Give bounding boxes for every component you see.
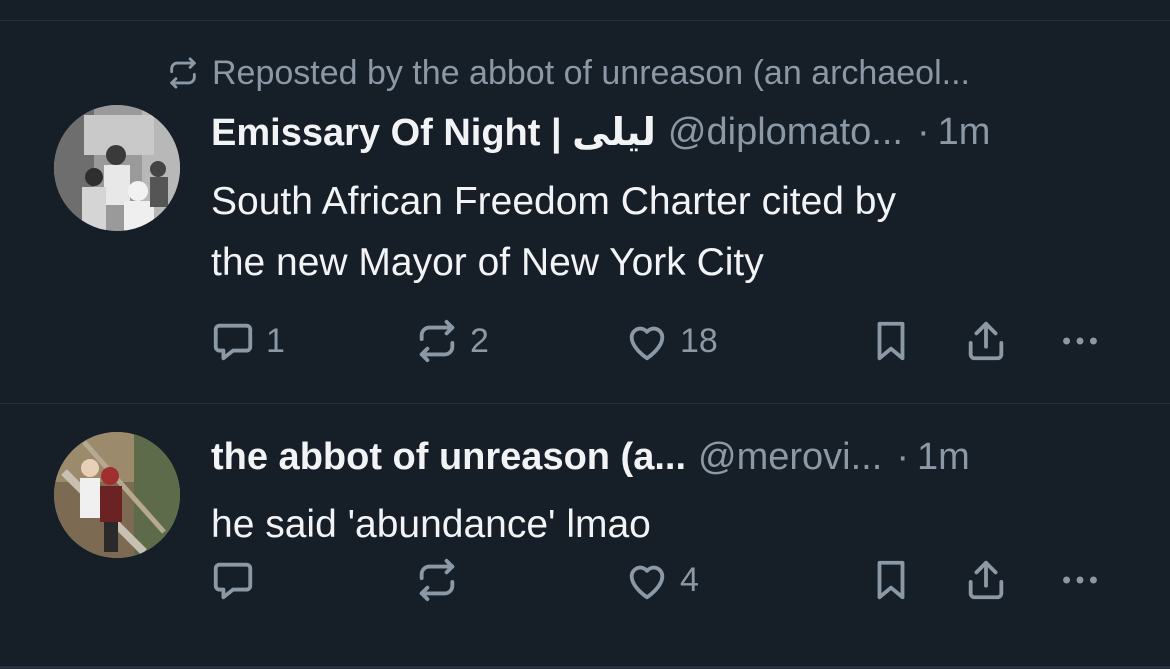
repost-icon: [419, 558, 455, 602]
more-icon: [1063, 576, 1097, 584]
bookmark-button[interactable]: [868, 555, 914, 605]
repost-button[interactable]: 2: [414, 316, 489, 366]
post-text-line: South African Freedom Charter cited by: [211, 180, 896, 223]
repost-indicator[interactable]: Reposted by the abbot of unreason (an ar…: [166, 51, 970, 95]
display-name[interactable]: Emissary Of Night | ليلى: [211, 110, 656, 155]
heart-icon: [629, 326, 665, 361]
action-bar: 1 2 18: [0, 316, 1170, 366]
timestamp[interactable]: 1m: [938, 111, 991, 154]
reply-icon: [213, 562, 253, 600]
post-text: he said 'abundance' lmao: [211, 494, 1111, 555]
post-header: the abbot of unreason (a... @merovi... ·…: [211, 432, 1124, 482]
repost-label: Reposted by the abbot of unreason (an ar…: [212, 53, 970, 92]
more-button[interactable]: [1057, 316, 1103, 366]
handle[interactable]: @diplomato...: [668, 111, 903, 154]
avatar[interactable]: [54, 432, 180, 558]
share-icon: [968, 321, 1004, 361]
separator-dot: ·: [896, 435, 909, 478]
repost-icon: [419, 319, 455, 363]
repost-count: 2: [470, 321, 489, 360]
avatar-image: [54, 105, 180, 231]
share-button[interactable]: [963, 316, 1009, 366]
bookmark-icon: [877, 321, 905, 361]
share-button[interactable]: [963, 555, 1009, 605]
post-text: South African Freedom Charter cited by t…: [211, 171, 1111, 293]
like-button[interactable]: 4: [624, 555, 699, 605]
more-icon: [1063, 337, 1097, 345]
more-button[interactable]: [1057, 555, 1103, 605]
bookmark-icon: [877, 560, 905, 600]
post-header: Emissary Of Night | ليلى @diplomato... ·…: [211, 107, 1124, 157]
repost-icon: [170, 57, 196, 89]
avatar[interactable]: [54, 105, 180, 231]
share-icon: [968, 560, 1004, 600]
display-name[interactable]: the abbot of unreason (a...: [211, 436, 686, 479]
action-bar: 4: [0, 555, 1170, 605]
post-text-line: he said 'abundance' lmao: [211, 503, 651, 546]
post-text-line: the new Mayor of New York City: [211, 241, 764, 284]
reply-count: 1: [266, 321, 285, 360]
avatar-image: [54, 432, 180, 558]
repost-button[interactable]: [414, 555, 460, 605]
timestamp[interactable]: 1m: [917, 436, 970, 479]
reply-button[interactable]: 1: [210, 316, 285, 366]
bookmark-button[interactable]: [868, 316, 914, 366]
post-item[interactable]: the abbot of unreason (a... @merovi... ·…: [0, 404, 1170, 666]
reply-icon: [213, 323, 253, 361]
heart-icon: [629, 565, 665, 600]
reply-button[interactable]: [210, 555, 256, 605]
separator-dot: ·: [916, 110, 930, 153]
like-count: 18: [680, 321, 718, 360]
post-item[interactable]: Reposted by the abbot of unreason (an ar…: [0, 21, 1170, 403]
like-button[interactable]: 18: [624, 316, 718, 366]
handle[interactable]: @merovi...: [698, 436, 882, 479]
like-count: 4: [680, 560, 699, 599]
